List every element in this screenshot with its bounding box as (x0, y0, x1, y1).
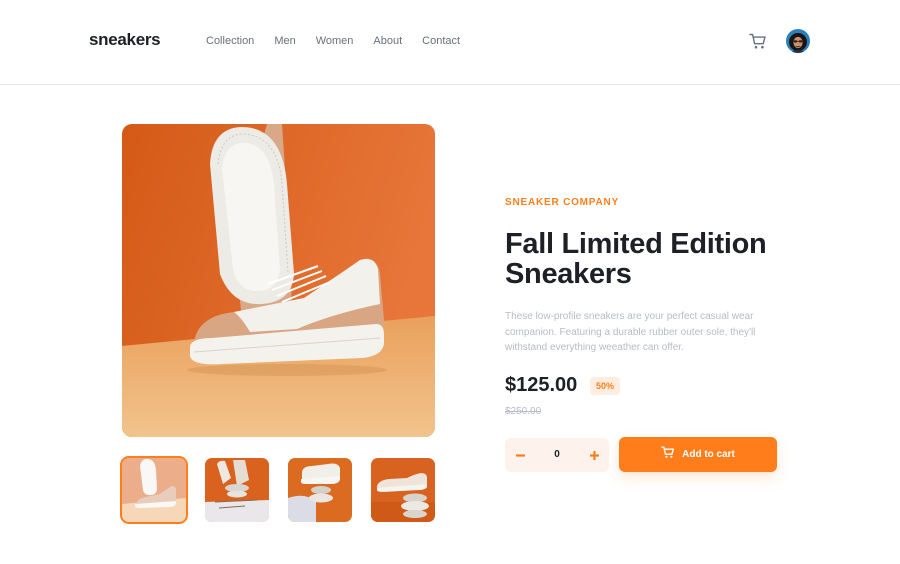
main-nav: Collection Men Women About Contact (206, 35, 460, 47)
minus-icon[interactable] (505, 438, 535, 472)
nav-item-men[interactable]: Men (274, 35, 295, 47)
nav-item-women[interactable]: Women (316, 35, 354, 47)
quantity-stepper: 0 (505, 438, 609, 472)
cart-icon[interactable] (749, 33, 767, 50)
company-label: SNEAKER COMPANY (505, 197, 620, 208)
thumbnail-3[interactable] (288, 458, 352, 522)
site-logo[interactable]: sneakers (89, 30, 161, 50)
thumbnail-strip (120, 456, 435, 524)
product-title: Fall Limited Edition Sneakers (505, 228, 767, 290)
product-main-image[interactable] (122, 124, 435, 437)
nav-item-about[interactable]: About (373, 35, 402, 47)
user-avatar[interactable] (786, 29, 810, 53)
discount-badge: 50% (590, 377, 621, 395)
plus-icon[interactable] (579, 438, 609, 472)
thumbnail-1[interactable] (120, 456, 188, 524)
cart-icon (661, 445, 675, 464)
product-description: These low-profile sneakers are your perf… (505, 311, 756, 353)
quantity-value[interactable]: 0 (535, 438, 579, 472)
thumbnail-4[interactable] (371, 458, 435, 522)
current-price: $125.00 (505, 374, 578, 396)
nav-item-contact[interactable]: Contact (422, 35, 460, 47)
thumbnail-2[interactable] (205, 458, 269, 522)
add-to-cart-button[interactable]: Add to cart (619, 437, 777, 472)
original-price: $250.00 (505, 406, 542, 417)
add-to-cart-label: Add to cart (682, 449, 735, 460)
site-header: sneakers Collection Men Women About Cont… (0, 0, 900, 85)
nav-item-collection[interactable]: Collection (206, 35, 254, 47)
